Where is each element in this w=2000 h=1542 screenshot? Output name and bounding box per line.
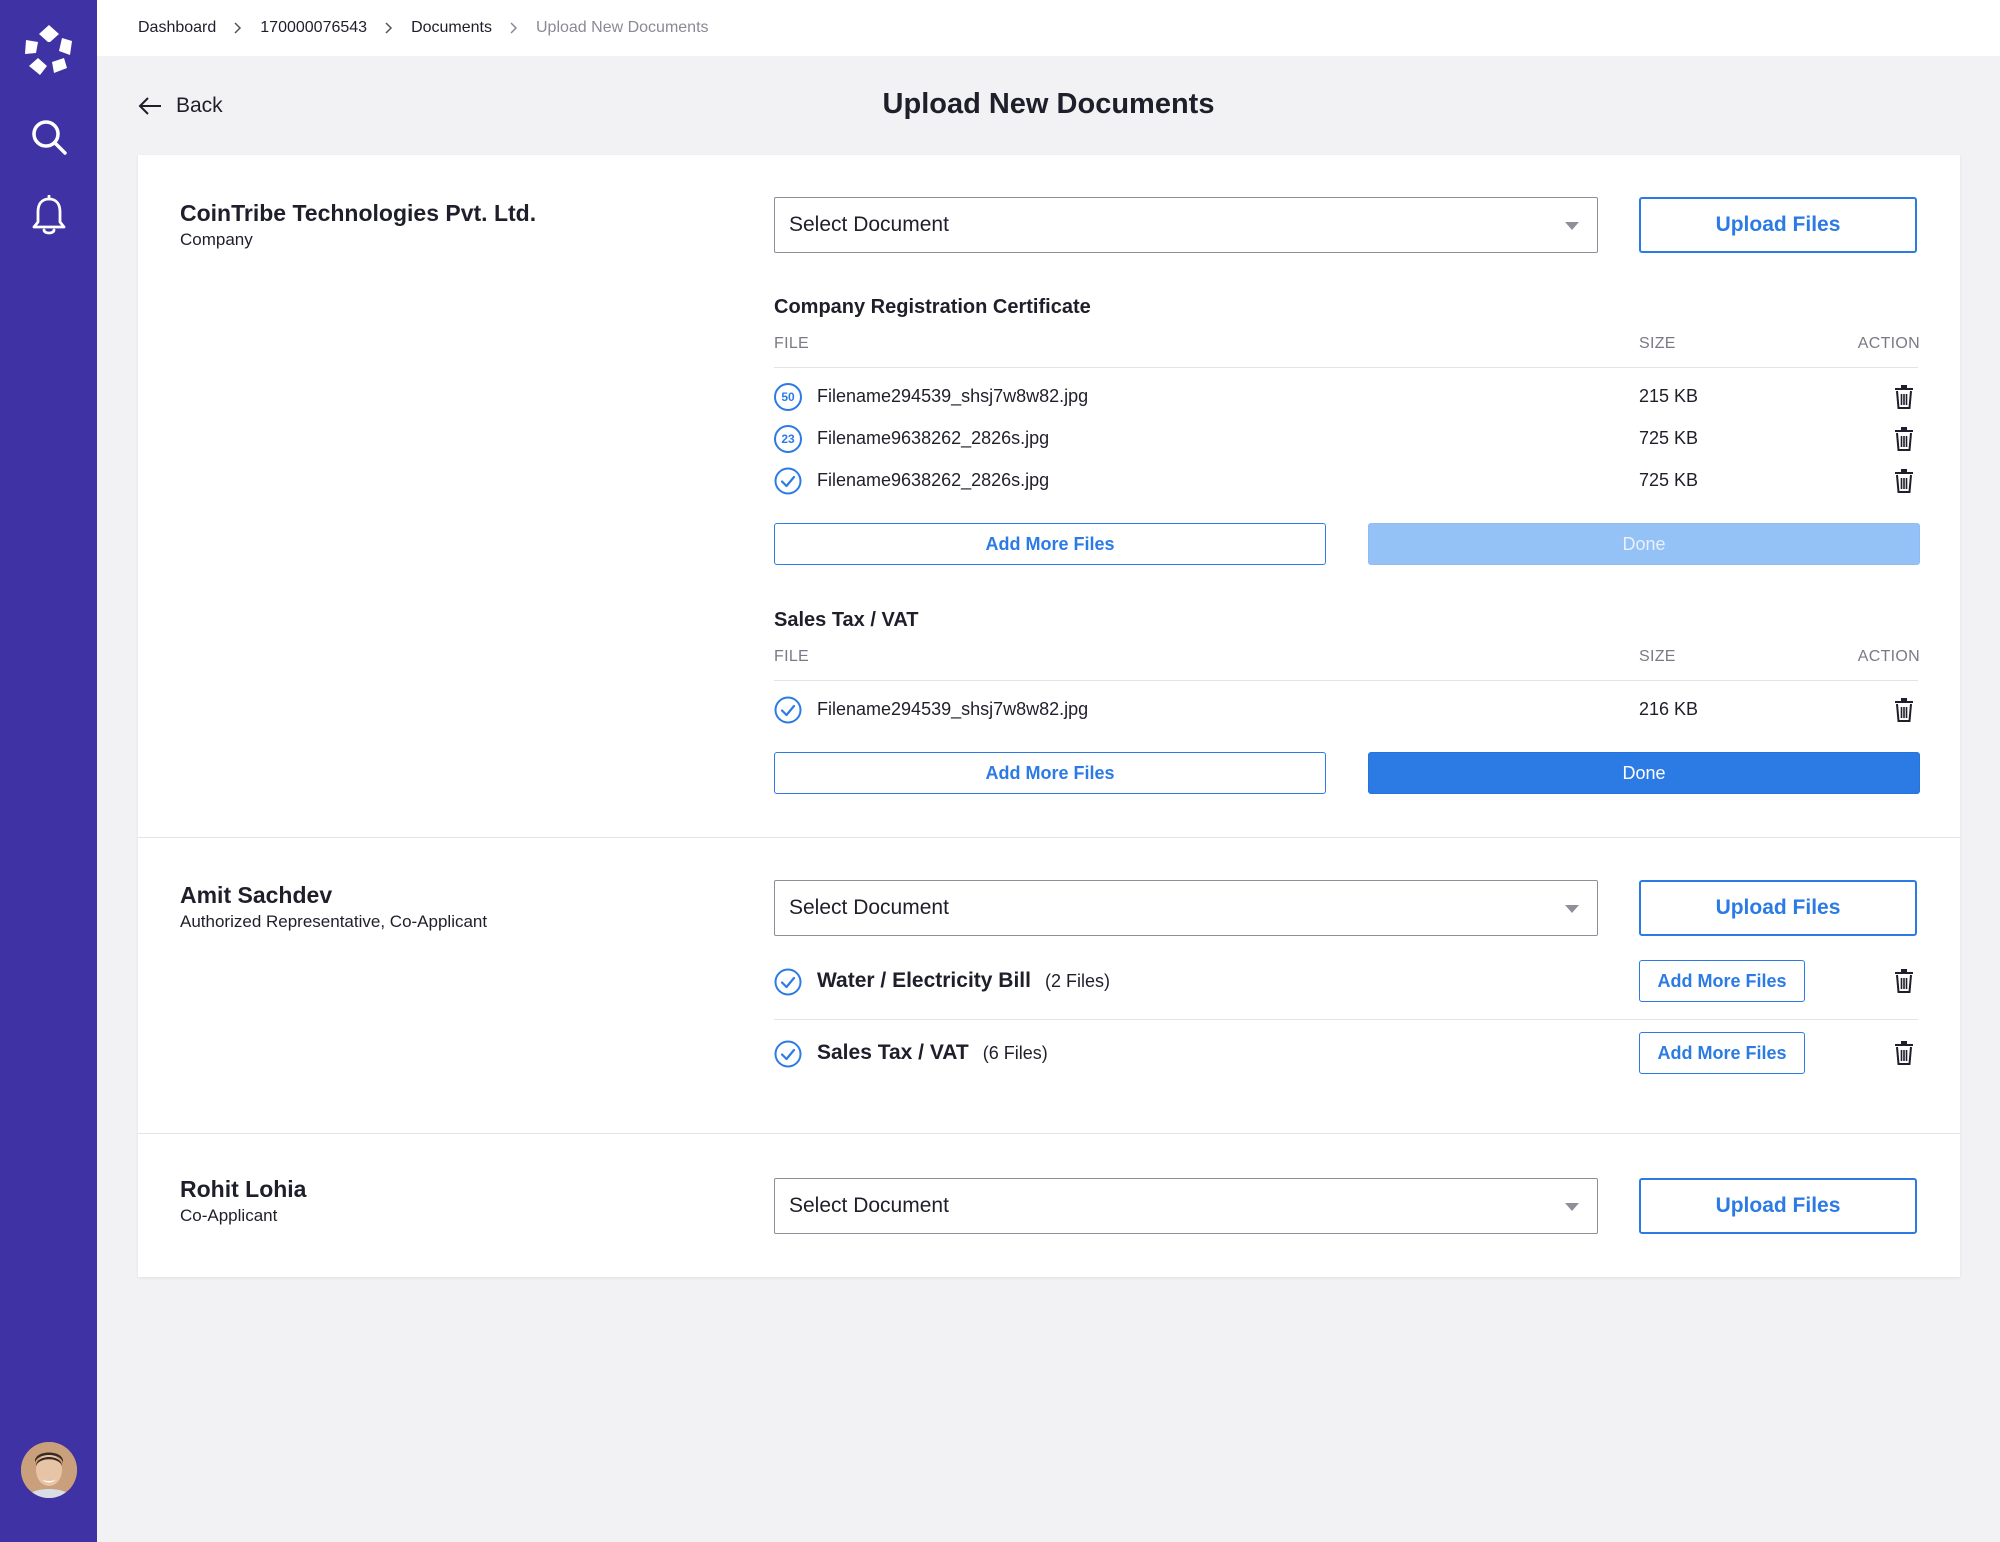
check-circle-icon [774, 968, 802, 1001]
upload-progress-badge: 23 [774, 425, 802, 453]
file-row: Filename294539_shsj7w8w82.jpg 216 KB [774, 696, 1918, 726]
uploaded-doc-row: Water / Electricity Bill (2 Files) Add Mo… [774, 960, 1918, 1006]
file-size: 215 KB [1639, 386, 1699, 406]
column-header-file: FILE [774, 335, 809, 352]
breadcrumb-documents[interactable]: Documents [411, 19, 492, 37]
avatar[interactable] [0, 1440, 97, 1500]
file-size: 725 KB [1639, 470, 1699, 490]
file-size: 725 KB [1639, 428, 1699, 448]
applicant-section-company: CoinTribe Technologies Pvt. Ltd. Company… [138, 155, 1960, 838]
back-label: Back [176, 94, 223, 117]
file-name: Filename294539_shsj7w8w82.jpg [817, 386, 1089, 406]
column-header-size: SIZE [1639, 648, 1676, 665]
file-row: Filename9638262_2826s.jpg 725 KB [774, 467, 1918, 497]
file-count: (6 Files) [982, 1043, 1048, 1063]
check-circle-icon [774, 1040, 802, 1073]
sidebar [0, 0, 97, 1542]
check-circle-icon [774, 696, 802, 724]
file-name: Filename9638262_2826s.jpg [817, 470, 1050, 490]
applicant-role: Company [180, 230, 253, 249]
trash-icon[interactable] [1890, 696, 1918, 724]
trash-icon[interactable] [1890, 1039, 1918, 1067]
divider [774, 1019, 1918, 1020]
uploaded-doc-name: Sales Tax / VAT (6 Files) [817, 1041, 1048, 1064]
column-header-size: SIZE [1639, 335, 1676, 352]
breadcrumb-dashboard[interactable]: Dashboard [138, 19, 216, 37]
applicant-role: Co-Applicant [180, 1206, 278, 1225]
trash-icon[interactable] [1890, 967, 1918, 995]
trash-icon[interactable] [1890, 467, 1918, 495]
file-count: (2 Files) [1044, 971, 1110, 991]
uploaded-doc-row: Sales Tax / VAT (6 Files) Add More Files [774, 1032, 1918, 1078]
breadcrumb-application[interactable]: 170000076543 [260, 19, 367, 37]
breadcrumb: Dashboard 170000076543 Documents Upload … [97, 0, 2000, 56]
file-row: 23 Filename9638262_2826s.jpg 725 KB [774, 425, 1918, 455]
trash-icon[interactable] [1890, 383, 1918, 411]
caret-down-icon [1565, 222, 1579, 230]
chevron-right-icon [510, 22, 518, 34]
applicant-section-representative: Amit Sachdev Authorized Representative, … [138, 838, 1960, 1134]
chevron-right-icon [234, 22, 242, 34]
upload-progress-badge: 50 [774, 383, 802, 411]
add-more-files-button[interactable]: Add More Files [1639, 960, 1805, 1002]
search-icon[interactable] [0, 112, 97, 162]
back-button[interactable]: Back [138, 94, 223, 118]
documents-card: CoinTribe Technologies Pvt. Ltd. Company… [138, 155, 1960, 1277]
select-document-dropdown[interactable]: Select Document [774, 1178, 1598, 1234]
select-document-dropdown[interactable]: Select Document [774, 197, 1598, 253]
caret-down-icon [1565, 905, 1579, 913]
logo-icon[interactable] [0, 18, 97, 84]
divider [774, 367, 1918, 368]
arrow-left-icon [138, 97, 161, 115]
bell-icon[interactable] [0, 190, 97, 242]
done-button[interactable]: Done [1368, 752, 1920, 794]
file-size: 216 KB [1639, 699, 1699, 719]
caret-down-icon [1565, 1203, 1579, 1211]
file-name: Filename9638262_2826s.jpg [817, 428, 1050, 448]
doc-group-title: Sales Tax / VAT [774, 609, 919, 631]
column-header-file: FILE [774, 648, 809, 665]
chevron-right-icon [385, 22, 393, 34]
divider [774, 680, 1918, 681]
upload-files-button[interactable]: Upload Files [1639, 197, 1917, 253]
add-more-files-button[interactable]: Add More Files [774, 523, 1326, 565]
uploaded-doc-name: Water / Electricity Bill (2 Files) [817, 969, 1110, 992]
column-header-action: ACTION [1857, 648, 1920, 665]
upload-files-button[interactable]: Upload Files [1639, 1178, 1917, 1234]
done-button[interactable]: Done [1368, 523, 1920, 565]
applicant-name: CoinTribe Technologies Pvt. Ltd. [180, 200, 537, 226]
add-more-files-button[interactable]: Add More Files [1639, 1032, 1805, 1074]
select-document-value: Select Document [789, 213, 949, 236]
page-title: Upload New Documents [882, 88, 1215, 120]
check-circle-icon [774, 467, 802, 495]
applicant-section-co-applicant: Rohit Lohia Co-Applicant Select Document… [138, 1134, 1960, 1277]
trash-icon[interactable] [1890, 425, 1918, 453]
select-document-value: Select Document [789, 896, 949, 919]
breadcrumb-current: Upload New Documents [535, 19, 709, 36]
add-more-files-button[interactable]: Add More Files [774, 752, 1326, 794]
applicant-name: Amit Sachdev [180, 882, 333, 908]
applicant-name: Rohit Lohia [180, 1176, 307, 1202]
select-document-dropdown[interactable]: Select Document [774, 880, 1598, 936]
applicant-role: Authorized Representative, Co-Applicant [180, 912, 488, 931]
upload-files-button[interactable]: Upload Files [1639, 880, 1917, 936]
column-header-action: ACTION [1857, 335, 1920, 352]
select-document-value: Select Document [789, 1194, 949, 1217]
doc-group-title: Company Registration Certificate [774, 296, 1091, 318]
file-name: Filename294539_shsj7w8w82.jpg [817, 699, 1089, 719]
file-row: 50 Filename294539_shsj7w8w82.jpg 215 KB [774, 383, 1918, 413]
